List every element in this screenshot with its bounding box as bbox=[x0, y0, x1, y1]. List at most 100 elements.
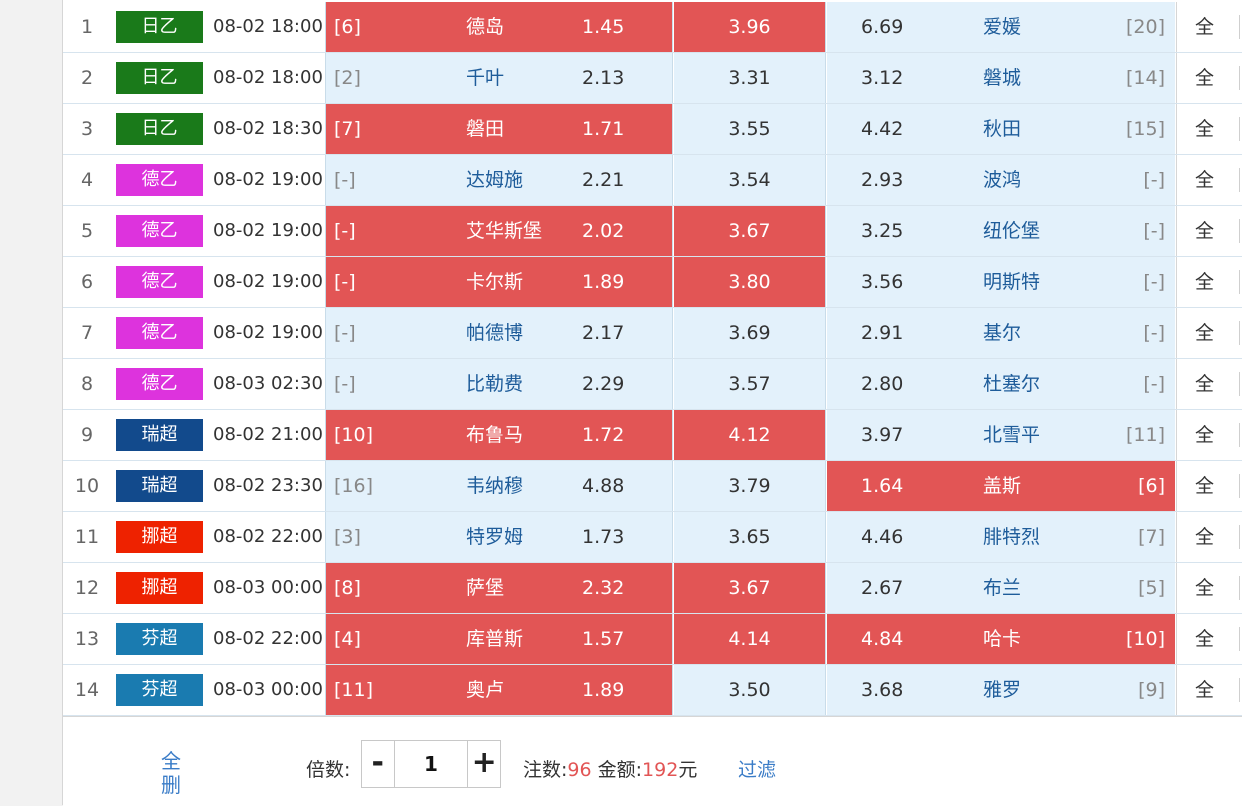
draw-option[interactable]: 3.79 bbox=[674, 461, 826, 511]
home-win-option[interactable]: [8] 萨堡 2.32 bbox=[325, 563, 673, 613]
match-time: 08-02 19:00 bbox=[213, 322, 323, 343]
league-badge[interactable]: 芬超 bbox=[116, 623, 203, 655]
league-badge[interactable]: 芬超 bbox=[116, 674, 203, 706]
league-badge[interactable]: 挪超 bbox=[116, 521, 203, 553]
home-win-option[interactable]: [7] 磐田 1.71 bbox=[325, 104, 673, 154]
league-badge[interactable]: 德乙 bbox=[116, 317, 203, 349]
home-odds: 1.73 bbox=[582, 526, 625, 548]
draw-odds: 3.54 bbox=[728, 169, 771, 191]
away-win-option[interactable]: 2.67 布兰 [5] bbox=[827, 563, 1175, 613]
decrease-button[interactable]: - bbox=[362, 741, 394, 787]
home-win-option[interactable]: [-] 艾华斯堡 2.02 bbox=[325, 206, 673, 256]
league-badge[interactable]: 瑞超 bbox=[116, 470, 203, 502]
home-odds: 2.17 bbox=[582, 322, 625, 344]
league-badge[interactable]: 日乙 bbox=[116, 11, 203, 43]
all-options-button[interactable]: 全 bbox=[1176, 461, 1232, 511]
amount-unit: 元 bbox=[678, 759, 698, 781]
increase-button[interactable]: + bbox=[468, 741, 500, 787]
home-rank: [10] bbox=[334, 424, 374, 446]
league-badge[interactable]: 德乙 bbox=[116, 215, 203, 247]
home-odds: 1.72 bbox=[582, 424, 625, 446]
home-win-option[interactable]: [16] 韦纳穆 4.88 bbox=[325, 461, 673, 511]
away-odds: 3.12 bbox=[861, 67, 904, 89]
away-odds: 2.91 bbox=[861, 322, 904, 344]
league-badge[interactable]: 德乙 bbox=[116, 266, 203, 298]
away-rank: [-] bbox=[1143, 169, 1165, 191]
league-badge[interactable]: 日乙 bbox=[116, 62, 203, 94]
home-win-option[interactable]: [6] 德岛 1.45 bbox=[325, 2, 673, 52]
match-time: 08-02 19:00 bbox=[213, 271, 323, 292]
match-time: 08-02 19:00 bbox=[213, 169, 323, 190]
draw-option[interactable]: 4.12 bbox=[674, 410, 826, 460]
league-badge[interactable]: 德乙 bbox=[116, 368, 203, 400]
filter-link[interactable]: 过滤 bbox=[738, 755, 776, 782]
away-win-option[interactable]: 3.12 磐城 [14] bbox=[827, 53, 1175, 103]
home-win-option[interactable]: [-] 卡尔斯 1.89 bbox=[325, 257, 673, 307]
draw-option[interactable]: 3.67 bbox=[674, 563, 826, 613]
away-win-option[interactable]: 2.91 基尔 [-] bbox=[827, 308, 1175, 358]
away-win-option[interactable]: 3.25 纽伦堡 [-] bbox=[827, 206, 1175, 256]
draw-option[interactable]: 3.65 bbox=[674, 512, 826, 562]
home-win-option[interactable]: [4] 库普斯 1.57 bbox=[325, 614, 673, 664]
home-rank: [-] bbox=[334, 373, 356, 395]
draw-option[interactable]: 3.57 bbox=[674, 359, 826, 409]
home-win-option[interactable]: [2] 千叶 2.13 bbox=[325, 53, 673, 103]
all-options-button[interactable]: 全 bbox=[1176, 410, 1232, 460]
draw-option[interactable]: 3.69 bbox=[674, 308, 826, 358]
away-rank: [-] bbox=[1143, 373, 1165, 395]
all-options-button[interactable]: 全 bbox=[1176, 257, 1232, 307]
all-options-button[interactable]: 全 bbox=[1176, 308, 1232, 358]
match-row: 7 德乙 08-02 19:00 [-] 帕德博 2.17 3.69 2.91 基尔 [-] 全 bbox=[63, 308, 1242, 359]
away-win-option[interactable]: 4.46 腓特烈 [7] bbox=[827, 512, 1175, 562]
match-table: 1 日乙 08-02 18:00 [6] 德岛 1.45 3.96 6.69 爱媛 [20] 全 2 日… bbox=[62, 0, 1242, 806]
all-options-button[interactable]: 全 bbox=[1176, 155, 1232, 205]
away-win-option[interactable]: 1.64 盖斯 [6] bbox=[827, 461, 1175, 511]
draw-option[interactable]: 3.55 bbox=[674, 104, 826, 154]
league-badge[interactable]: 瑞超 bbox=[116, 419, 203, 451]
home-win-option[interactable]: [11] 奥卢 1.89 bbox=[325, 665, 673, 715]
away-win-option[interactable]: 2.93 波鸿 [-] bbox=[827, 155, 1175, 205]
draw-option[interactable]: 3.50 bbox=[674, 665, 826, 715]
all-options-button[interactable]: 全 bbox=[1176, 563, 1232, 613]
match-time: 08-03 00:00 bbox=[213, 679, 323, 700]
all-options-button[interactable]: 全 bbox=[1176, 359, 1232, 409]
draw-option[interactable]: 3.31 bbox=[674, 53, 826, 103]
all-options-button[interactable]: 全 bbox=[1176, 614, 1232, 664]
home-rank: [4] bbox=[334, 628, 361, 650]
away-win-option[interactable]: 4.84 哈卡 [10] bbox=[827, 614, 1175, 664]
home-win-option[interactable]: [-] 达姆施 2.21 bbox=[325, 155, 673, 205]
home-win-option[interactable]: [10] 布鲁马 1.72 bbox=[325, 410, 673, 460]
draw-option[interactable]: 4.14 bbox=[674, 614, 826, 664]
all-options-button[interactable]: 全 bbox=[1176, 2, 1232, 52]
all-options-button[interactable]: 全 bbox=[1176, 512, 1232, 562]
league-badge[interactable]: 日乙 bbox=[116, 113, 203, 145]
draw-option[interactable]: 3.96 bbox=[674, 2, 826, 52]
home-win-option[interactable]: [3] 特罗姆 1.73 bbox=[325, 512, 673, 562]
home-win-option[interactable]: [-] 帕德博 2.17 bbox=[325, 308, 673, 358]
away-rank: [-] bbox=[1143, 271, 1165, 293]
match-row: 3 日乙 08-02 18:30 [7] 磐田 1.71 3.55 4.42 秋田 [15] 全 bbox=[63, 104, 1242, 155]
home-win-option[interactable]: [-] 比勒费 2.29 bbox=[325, 359, 673, 409]
draw-option[interactable]: 3.54 bbox=[674, 155, 826, 205]
match-number: 14 bbox=[74, 679, 100, 701]
league-badge[interactable]: 德乙 bbox=[116, 164, 203, 196]
all-options-button[interactable]: 全 bbox=[1176, 665, 1232, 715]
draw-option[interactable]: 3.80 bbox=[674, 257, 826, 307]
home-odds: 1.89 bbox=[582, 679, 625, 701]
draw-option[interactable]: 3.67 bbox=[674, 206, 826, 256]
away-win-option[interactable]: 3.56 明斯特 [-] bbox=[827, 257, 1175, 307]
match-row: 10 瑞超 08-02 23:30 [16] 韦纳穆 4.88 3.79 1.64 盖斯 [6] 全 bbox=[63, 461, 1242, 512]
away-win-option[interactable]: 2.80 杜塞尔 [-] bbox=[827, 359, 1175, 409]
away-odds: 4.46 bbox=[861, 526, 904, 548]
all-options-button[interactable]: 全 bbox=[1176, 104, 1232, 154]
multiplier-input[interactable]: 1 bbox=[393, 741, 469, 787]
league-badge[interactable]: 挪超 bbox=[116, 572, 203, 604]
all-options-button[interactable]: 全 bbox=[1176, 53, 1232, 103]
away-win-option[interactable]: 6.69 爱媛 [20] bbox=[827, 2, 1175, 52]
all-options-button[interactable]: 全 bbox=[1176, 206, 1232, 256]
home-team: 萨堡 bbox=[466, 577, 505, 599]
away-win-option[interactable]: 3.68 雅罗 [9] bbox=[827, 665, 1175, 715]
away-win-option[interactable]: 4.42 秋田 [15] bbox=[827, 104, 1175, 154]
delete-all-button[interactable]: 全删 bbox=[158, 749, 184, 797]
away-win-option[interactable]: 3.97 北雪平 [11] bbox=[827, 410, 1175, 460]
